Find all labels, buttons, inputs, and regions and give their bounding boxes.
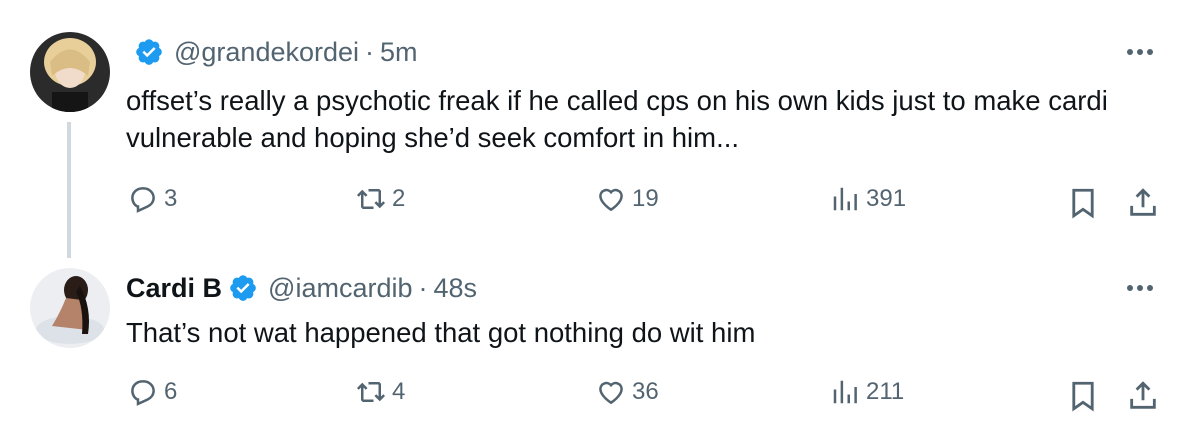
repost-icon <box>356 382 386 402</box>
view-count: 391 <box>866 185 907 212</box>
share-icon[interactable] <box>1126 186 1160 220</box>
reply-icon <box>131 380 155 406</box>
views-icon <box>833 380 857 404</box>
tweet-text: That’s not wat happened that got nothing… <box>126 317 756 348</box>
like-count: 19 <box>632 185 659 212</box>
reply-button[interactable]: 3 <box>128 184 177 214</box>
avatar[interactable] <box>30 268 110 348</box>
separator: · <box>365 37 375 67</box>
tweet-header: Cardi B @iamcardib · 48s <box>126 272 477 304</box>
like-button[interactable]: 19 <box>596 184 659 214</box>
like-icon <box>599 188 623 212</box>
repost-button[interactable]: 2 <box>356 184 405 214</box>
repost-icon <box>356 189 386 209</box>
reply-icon <box>131 187 155 213</box>
avatar[interactable] <box>30 32 110 112</box>
view-count: 211 <box>866 378 905 405</box>
separator: · <box>418 273 428 303</box>
user-handle[interactable]: @iamcardib <box>268 272 412 304</box>
user-handle[interactable]: @grandekordei <box>174 36 359 68</box>
views-button[interactable]: 391 <box>830 184 906 214</box>
like-icon <box>599 381 623 405</box>
timestamp[interactable]: 5m <box>380 36 418 68</box>
reply-button[interactable]: 6 <box>128 377 177 407</box>
more-icon[interactable] <box>1122 278 1158 298</box>
tweet-1[interactable]: @grandekordei · 5m offset’s really a psy… <box>0 0 1184 260</box>
repost-count: 2 <box>392 185 406 212</box>
repost-button[interactable]: 4 <box>356 377 405 407</box>
repost-count: 4 <box>392 378 406 405</box>
action-bar: 3 2 19 391 <box>0 184 1184 224</box>
views-icon <box>833 187 857 211</box>
tweet-header: @grandekordei · 5m <box>134 36 418 68</box>
like-count: 36 <box>632 378 659 405</box>
timestamp[interactable]: 48s <box>433 272 477 304</box>
reply-count: 6 <box>164 378 178 405</box>
verified-badge-icon <box>134 37 164 67</box>
like-button[interactable]: 36 <box>596 377 659 407</box>
tweet-2[interactable]: Cardi B @iamcardib · 48s That’s not wat … <box>0 260 1184 438</box>
share-icon[interactable] <box>1126 379 1160 413</box>
tweet-text: offset’s really a psychotic freak if he … <box>126 85 1108 153</box>
views-button[interactable]: 211 <box>830 377 904 407</box>
display-name[interactable]: Cardi B <box>126 272 222 304</box>
bookmark-icon[interactable] <box>1066 379 1100 413</box>
verified-badge-icon <box>228 273 258 303</box>
reply-count: 3 <box>164 185 178 212</box>
more-icon[interactable] <box>1122 42 1158 62</box>
action-bar: 6 4 36 211 <box>0 377 1184 417</box>
bookmark-icon[interactable] <box>1066 186 1100 220</box>
